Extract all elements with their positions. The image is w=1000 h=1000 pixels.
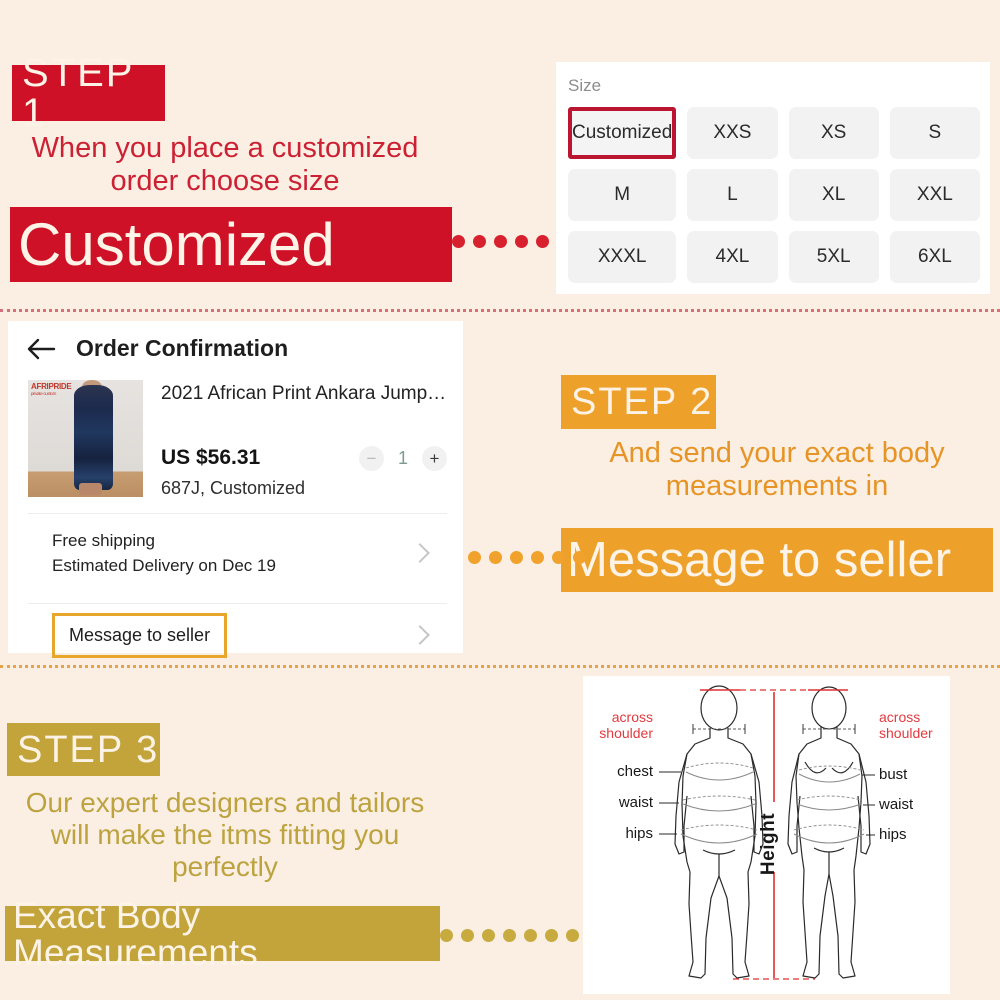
shipping-method: Free shipping	[52, 530, 156, 550]
order-product-info: 2021 African Print Ankara Jumpsuit for..…	[161, 380, 447, 499]
left-chest-label: chest	[617, 763, 654, 780]
product-thumbnail[interactable]: AFRIPRIDE private custom	[28, 380, 143, 497]
size-option-xs[interactable]: XS	[788, 107, 879, 159]
left-across-shoulder-label-line2: shoulder	[599, 725, 653, 741]
height-label: Height	[758, 813, 779, 875]
left-hips-label: hips	[625, 825, 653, 842]
message-to-seller-button[interactable]: Message to seller	[52, 612, 228, 658]
right-bust-label: bust	[879, 766, 908, 783]
size-panel-label: Size	[568, 76, 602, 95]
left-across-shoulder-label-line1: across	[612, 709, 653, 725]
size-option-l[interactable]: L	[687, 169, 778, 221]
shipping-row[interactable]: Free shipping Estimated Delivery on Dec …	[28, 512, 447, 593]
right-across-shoulder-label-line1: across	[879, 709, 920, 725]
order-product-row: AFRIPRIDE private custom 2021 African Pr…	[8, 374, 463, 499]
chevron-right-icon	[410, 625, 430, 646]
quantity-stepper: − 1 +	[359, 445, 447, 471]
order-card-title: Order Confirmation	[76, 335, 289, 361]
order-confirmation-card: Order Confirmation AFRIPRIDE private cus…	[8, 321, 463, 658]
section-divider-1	[0, 309, 1000, 312]
step-2-badge: STEP 2	[561, 375, 716, 429]
chevron-right-icon	[410, 543, 430, 564]
right-waist-label: waist	[878, 796, 914, 813]
right-across-shoulder-label-line2: shoulder	[879, 725, 933, 741]
delivery-estimate: Estimated Delivery on Dec 19	[52, 556, 276, 576]
size-option-customized[interactable]: Customized	[568, 107, 677, 159]
step-3-banner: Exact Body Measurements	[5, 897, 440, 971]
size-options-grid: Customized XXS XS S M L XL XXL XXXL 4XL …	[568, 107, 980, 283]
size-option-xxl[interactable]: XXL	[889, 169, 980, 221]
decrease-quantity-button[interactable]: −	[359, 445, 384, 471]
step-3-badge: STEP 3	[7, 723, 160, 776]
step-2-banner: Message to seller	[561, 528, 993, 592]
left-waist-label: waist	[618, 794, 654, 811]
price-quantity-row: US $56.31 − 1 +	[161, 445, 447, 471]
step-2-description: And send your exact body measurements in	[609, 437, 945, 503]
quantity-value: 1	[397, 447, 408, 468]
size-option-xxxl[interactable]: XXXL	[568, 231, 677, 283]
size-selector-panel: Size Customized XXS XS S M L XL XXL XXXL…	[556, 62, 990, 294]
size-option-4xl[interactable]: 4XL	[687, 231, 778, 283]
message-to-seller-row[interactable]: Message to seller	[28, 602, 447, 667]
product-price: US $56.31	[161, 446, 261, 470]
infographic-page: STEP 1 When you place a customized order…	[0, 0, 1000, 1000]
step-1-description: When you place a customized order choose…	[31, 132, 419, 198]
size-option-6xl[interactable]: 6XL	[889, 231, 980, 283]
connector-dots-2	[468, 551, 586, 564]
step-1-badge: STEP 1	[12, 53, 165, 133]
size-option-m[interactable]: M	[568, 169, 677, 221]
size-option-xl[interactable]: XL	[788, 169, 879, 221]
product-brand-logo: AFRIPRIDE private custom	[31, 382, 72, 396]
product-variant: 687J, Customized	[161, 477, 306, 498]
measurement-figures-svg: Height across shoulder chest waist hips …	[583, 676, 950, 994]
size-option-5xl[interactable]: 5XL	[788, 231, 879, 283]
size-option-xxs[interactable]: XXS	[687, 107, 778, 159]
right-hips-label: hips	[879, 826, 907, 843]
step-1-banner: Customized	[10, 207, 452, 282]
back-arrow-icon[interactable]	[26, 336, 56, 362]
increase-quantity-button[interactable]: +	[422, 445, 447, 471]
product-name[interactable]: 2021 African Print Ankara Jumpsuit for..…	[161, 382, 447, 406]
size-option-s[interactable]: S	[889, 107, 980, 159]
body-measurement-diagram: Height across shoulder chest waist hips …	[583, 676, 950, 994]
step-3-description: Our expert designers and tailors will ma…	[25, 787, 425, 883]
shipping-lines: Free shipping Estimated Delivery on Dec …	[52, 514, 276, 593]
order-card-header: Order Confirmation	[8, 321, 463, 374]
